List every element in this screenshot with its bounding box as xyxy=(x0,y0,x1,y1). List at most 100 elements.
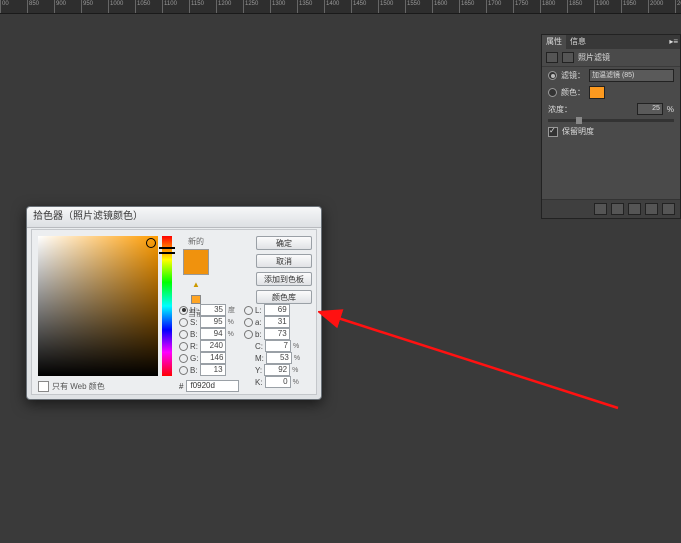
preserve-label: 保留明度 xyxy=(562,126,594,137)
hex-label: # xyxy=(179,382,183,391)
panel-header-label: 照片滤镜 xyxy=(578,52,610,63)
filter-row: 滤镜： 加温滤镜 (85) xyxy=(542,67,680,84)
hex-row: # f0920d xyxy=(179,380,239,392)
ruler-tick: 1650 xyxy=(459,0,486,13)
mask-icon xyxy=(562,52,574,63)
dialog-title[interactable]: 拾色器（照片滤镜颜色） xyxy=(27,207,321,228)
c-label: C: xyxy=(255,342,263,351)
hue-slider[interactable] xyxy=(162,236,172,376)
slider-knob[interactable] xyxy=(576,117,582,124)
top-ruler: 0085090095010001050110011501200125013001… xyxy=(0,0,681,14)
color-cursor[interactable] xyxy=(146,238,156,248)
g-radio[interactable] xyxy=(179,354,188,363)
ok-button[interactable]: 确定 xyxy=(256,236,312,250)
hue-marker[interactable] xyxy=(159,247,175,254)
preserve-checkbox[interactable] xyxy=(548,127,558,137)
ruler-tick: 1150 xyxy=(189,0,216,13)
clip-icon[interactable] xyxy=(594,203,607,215)
b-radio[interactable] xyxy=(179,330,188,339)
ruler-tick: 1900 xyxy=(594,0,621,13)
lab-b-label: b: xyxy=(255,330,262,339)
ruler-tick: 1950 xyxy=(621,0,648,13)
s-radio[interactable] xyxy=(179,318,188,327)
k-unit: % xyxy=(293,379,303,386)
l-radio[interactable] xyxy=(244,306,253,315)
color-library-button[interactable]: 颜色库 xyxy=(256,290,312,304)
b2-input[interactable]: 13 xyxy=(200,364,226,376)
y-input[interactable]: 92 xyxy=(264,364,290,376)
ruler-tick: 1350 xyxy=(297,0,324,13)
color-picker-dialog: 拾色器（照片滤镜颜色） 新的 当前 确定 取消 添加到色板 颜色库 H:35度 … xyxy=(26,206,322,400)
tab-info[interactable]: 信息 xyxy=(566,35,590,49)
density-slider[interactable] xyxy=(548,119,674,122)
r-label: R: xyxy=(190,342,198,351)
panel-menu-icon[interactable]: ▸≡ xyxy=(667,35,680,49)
density-label: 浓度： xyxy=(548,104,633,115)
b-unit: % xyxy=(228,331,238,338)
ruler-tick: 00 xyxy=(0,0,27,13)
m-label: M: xyxy=(255,354,264,363)
reset-icon[interactable] xyxy=(628,203,641,215)
density-unit: % xyxy=(667,105,674,114)
web-only-row: 只有 Web 颜色 xyxy=(38,381,105,392)
b2-radio[interactable] xyxy=(179,366,188,375)
color-swatch[interactable] xyxy=(589,86,605,99)
cancel-button[interactable]: 取消 xyxy=(256,254,312,268)
filter-select[interactable]: 加温滤镜 (85) xyxy=(589,69,674,82)
a-label: a: xyxy=(255,318,262,327)
add-swatch-button[interactable]: 添加到色板 xyxy=(256,272,312,286)
y-label: Y: xyxy=(255,366,262,375)
r-radio[interactable] xyxy=(179,342,188,351)
h-input[interactable]: 35 xyxy=(200,304,226,316)
b-input[interactable]: 94 xyxy=(200,328,226,340)
view-prev-icon[interactable] xyxy=(611,203,624,215)
ruler-tick: 1200 xyxy=(216,0,243,13)
adjustment-icon xyxy=(546,52,558,63)
g-label: G: xyxy=(190,354,198,363)
lab-b-input[interactable]: 73 xyxy=(264,328,290,340)
l-input[interactable]: 69 xyxy=(264,304,290,316)
hex-input[interactable]: f0920d xyxy=(186,380,239,392)
a-radio[interactable] xyxy=(244,318,253,327)
m-unit: % xyxy=(294,355,304,362)
density-row: 浓度： 25 % xyxy=(542,101,680,117)
k-input[interactable]: 0 xyxy=(265,376,291,388)
h-radio[interactable] xyxy=(179,306,188,315)
ruler-tick: 2050 xyxy=(675,0,681,13)
color-field[interactable] xyxy=(38,236,158,376)
ruler-tick: 850 xyxy=(27,0,54,13)
c-input[interactable]: 7 xyxy=(265,340,291,352)
color-radio[interactable] xyxy=(548,88,557,97)
filter-radio[interactable] xyxy=(548,71,557,80)
ruler-tick: 1450 xyxy=(351,0,378,13)
ruler-tick: 1400 xyxy=(324,0,351,13)
ruler-tick: 950 xyxy=(81,0,108,13)
lab-b-radio[interactable] xyxy=(244,330,253,339)
ruler-tick: 1550 xyxy=(405,0,432,13)
c-unit: % xyxy=(293,343,303,350)
gamut-chip[interactable] xyxy=(191,295,201,304)
trash-icon[interactable] xyxy=(662,203,675,215)
new-color-swatch[interactable] xyxy=(183,249,209,275)
density-input[interactable]: 25 xyxy=(637,103,663,115)
web-only-checkbox[interactable] xyxy=(38,381,49,392)
new-label: 新的 xyxy=(179,236,213,247)
s-input[interactable]: 95 xyxy=(200,316,226,328)
panel-header: 照片滤镜 xyxy=(542,49,680,67)
g-input[interactable]: 146 xyxy=(200,352,226,364)
dialog-buttons: 确定 取消 添加到色板 颜色库 xyxy=(256,236,312,304)
ruler-tick: 1750 xyxy=(513,0,540,13)
ruler-tick: 1600 xyxy=(432,0,459,13)
ruler-tick: 2000 xyxy=(648,0,675,13)
tab-properties[interactable]: 属性 xyxy=(542,35,566,49)
color-values: H:35度 S:95% B:94% R:240 G:146 B:13 L:69 … xyxy=(179,304,312,376)
ruler-tick: 1000 xyxy=(108,0,135,13)
properties-panel: 属性 信息 ▸≡ 照片滤镜 滤镜： 加温滤镜 (85) 颜色： 浓度： 25 %… xyxy=(541,34,681,219)
color-row: 颜色： xyxy=(542,84,680,101)
gamut-warning-icon[interactable] xyxy=(192,279,200,287)
r-input[interactable]: 240 xyxy=(200,340,226,352)
visibility-icon[interactable] xyxy=(645,203,658,215)
m-input[interactable]: 53 xyxy=(266,352,292,364)
a-input[interactable]: 31 xyxy=(264,316,290,328)
k-label: K: xyxy=(255,378,263,387)
